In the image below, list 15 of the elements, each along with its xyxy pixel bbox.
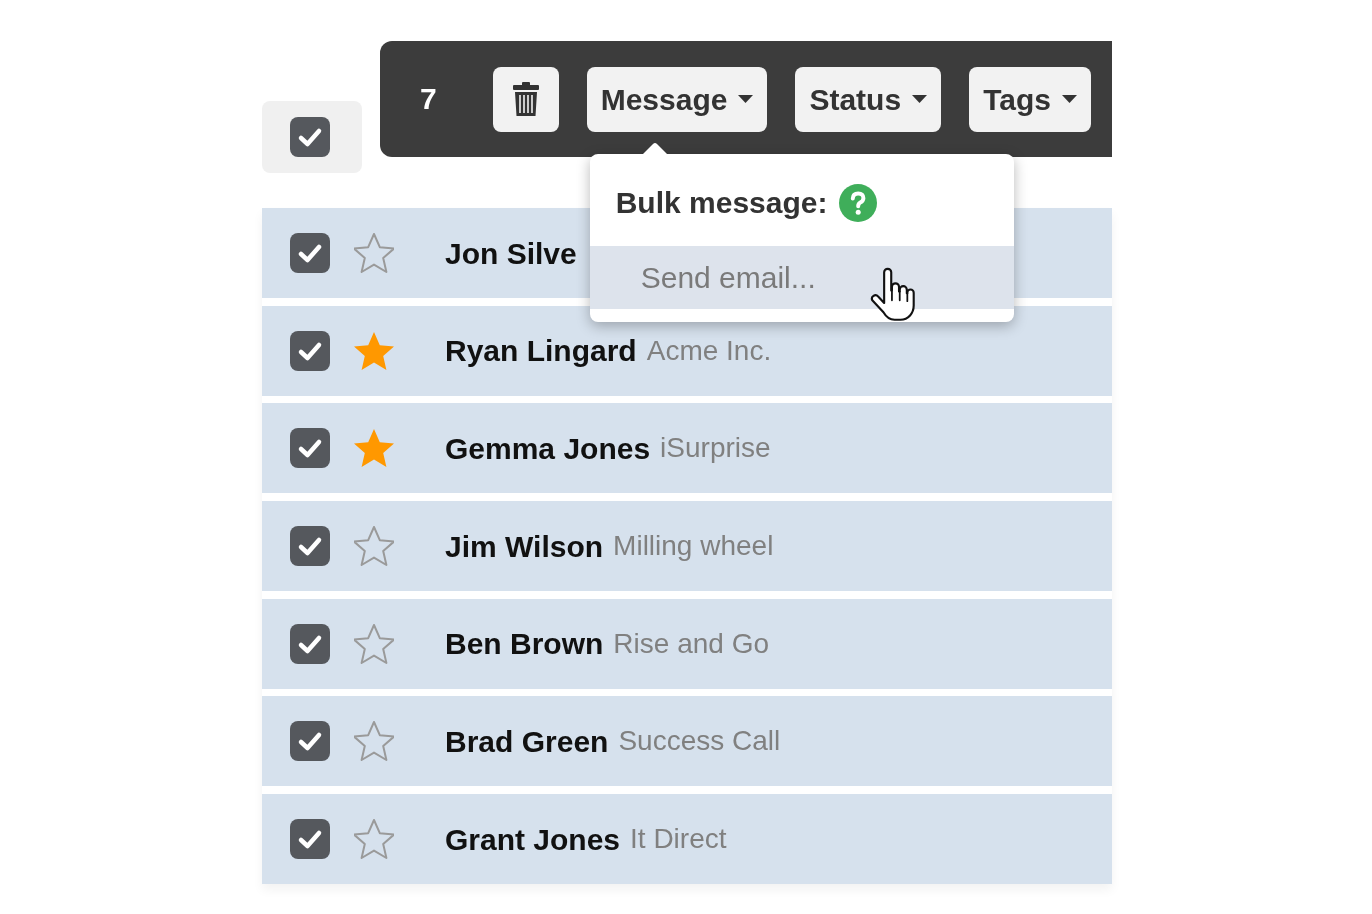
contact-name: Gemma Jones <box>445 430 651 467</box>
menu-heading: Bulk message: <box>615 185 828 221</box>
selected-count: 7 <box>420 84 437 114</box>
contact-name: Jon Silve <box>445 235 577 272</box>
company-name: It Direct <box>630 822 727 857</box>
company-name: iSurprise <box>660 431 771 466</box>
contact-name: Ryan Lingard <box>445 333 637 370</box>
contact-name: Grant Jones <box>445 821 621 858</box>
contact-name: Ben Brown <box>445 626 604 663</box>
company-name: Milling wheel <box>613 529 774 564</box>
company-name: Success Call <box>618 724 781 759</box>
company-name: Acme Inc. <box>646 333 772 368</box>
company-name: Rise and Go <box>613 626 769 661</box>
contact-name: Brad Green <box>445 723 609 760</box>
contact-name: Jim Wilson <box>445 528 604 565</box>
